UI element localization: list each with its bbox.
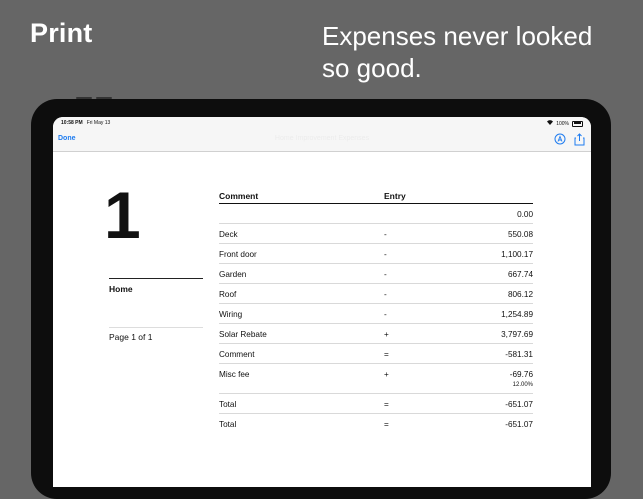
table-row: Wiring - 1,254.89	[219, 304, 533, 324]
row-comment: Roof	[219, 290, 237, 299]
table-row: Front door - 1,100.17	[219, 244, 533, 264]
table-row: Garden - 667.74	[219, 264, 533, 284]
table-row: Deck - 550.08	[219, 224, 533, 244]
table-row: Total = -651.07	[219, 414, 533, 433]
table-row: Solar Rebate + 3,797.69	[219, 324, 533, 344]
navigation-bar: Done Home Improvement Expenses	[53, 129, 591, 152]
row-comment: Deck	[219, 230, 238, 239]
row-comment: Comment	[219, 350, 255, 359]
nav-actions	[554, 133, 585, 146]
print-preview-document: 1 Home Page 1 of 1 Comment Entry 0.00 De…	[53, 152, 591, 487]
table-row: Roof - 806.12	[219, 284, 533, 304]
status-date: Fri May 13	[86, 120, 111, 126]
row-comment: Misc fee	[219, 370, 250, 379]
row-value: -651.07	[505, 420, 533, 429]
divider	[109, 278, 203, 279]
row-comment: Garden	[219, 270, 247, 279]
row-value: 3,797.69	[501, 330, 533, 339]
row-operator: -	[384, 270, 387, 279]
app-screen: 10:58 PM Fri May 13 100% Done Home Impro…	[53, 117, 591, 487]
table-header: Comment Entry	[219, 189, 533, 204]
row-value: 1,100.17	[501, 250, 533, 259]
wifi-icon	[547, 120, 554, 127]
page-count-label: Page 1 of 1	[109, 332, 153, 342]
row-value: -69.76	[509, 370, 533, 379]
row-value: -651.07	[505, 400, 533, 409]
table-row: Total = -651.07	[219, 394, 533, 414]
row-value: 667.74	[507, 270, 533, 279]
row-operator: +	[384, 370, 389, 379]
hero-title: Print	[30, 18, 93, 48]
row-value: 806.12	[507, 290, 533, 299]
row-percentage: 12.00%	[512, 382, 533, 388]
row-operator: -	[384, 250, 387, 259]
expenses-table: Comment Entry 0.00 Deck - 550.08 Front d…	[219, 189, 533, 433]
hero-tagline-line1: Expenses never looked	[322, 21, 593, 51]
row-comment: Wiring	[219, 310, 243, 319]
device-volume-button	[76, 97, 92, 99]
row-comment: Total	[219, 400, 237, 409]
nav-title: Home Improvement Expenses	[274, 135, 370, 142]
battery-icon	[572, 120, 583, 127]
divider	[109, 327, 203, 328]
row-operator: +	[384, 330, 389, 339]
device-volume-button	[96, 97, 112, 99]
row-comment: Solar Rebate	[219, 330, 267, 339]
row-value: 1,254.89	[501, 310, 533, 319]
row-operator: =	[384, 400, 389, 409]
row-comment: Total	[219, 420, 237, 429]
markup-icon[interactable]	[554, 133, 566, 146]
table-row: Misc fee + -69.76 12.00%	[219, 364, 533, 394]
section-label: Home	[109, 284, 133, 294]
row-operator: -	[384, 310, 387, 319]
status-right: 100%	[547, 120, 583, 127]
share-icon[interactable]	[574, 133, 585, 146]
status-time: 10:58 PM	[61, 120, 83, 126]
row-operator: -	[384, 230, 387, 239]
table-row: Comment = -581.31	[219, 344, 533, 364]
row-operator: =	[384, 420, 389, 429]
page-number-large: 1	[104, 178, 141, 252]
battery-percent: 100%	[556, 120, 569, 127]
column-header-comment: Comment	[219, 191, 259, 201]
row-value: 0.00	[517, 210, 533, 219]
table-row: 0.00	[219, 204, 533, 224]
column-header-entry: Entry	[384, 191, 406, 201]
row-operator: =	[384, 350, 389, 359]
row-comment: Front door	[219, 250, 257, 259]
row-value: -581.31	[505, 350, 533, 359]
hero-tagline: Expenses never looked so good.	[322, 20, 622, 84]
row-operator: -	[384, 290, 387, 299]
hero-tagline-line2: so good.	[322, 53, 422, 83]
row-value: 550.08	[507, 230, 533, 239]
status-bar: 10:58 PM Fri May 13 100%	[53, 117, 591, 129]
